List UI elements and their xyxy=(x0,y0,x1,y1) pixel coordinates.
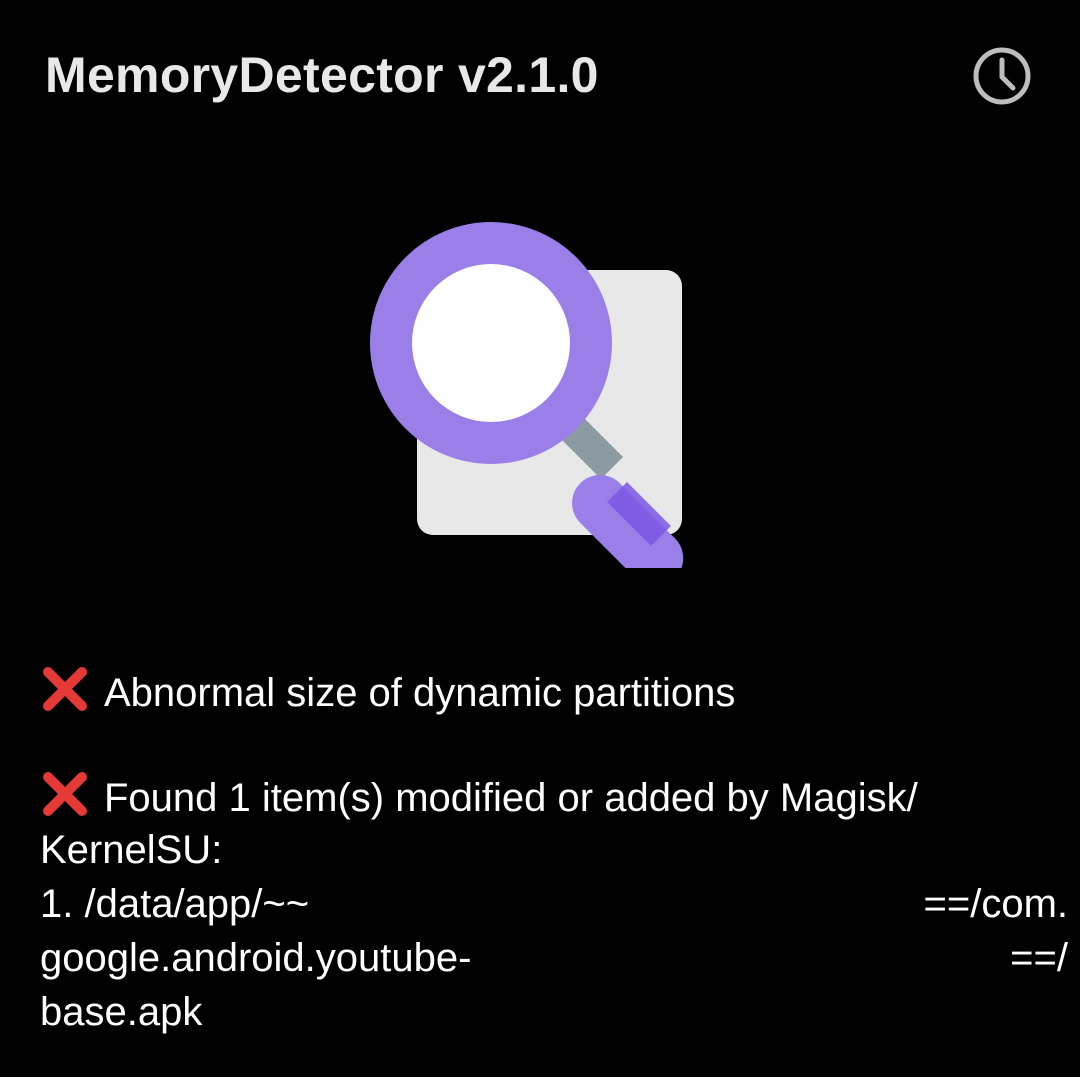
result-item-magisk: Found 1 item(s) modified or added by Mag… xyxy=(40,769,1068,1039)
history-button[interactable] xyxy=(968,42,1036,110)
result-text: Abnormal size of dynamic partitions xyxy=(104,671,736,715)
result-text-line-1: Found 1 item(s) modified or added by Mag… xyxy=(104,776,918,820)
path-segment-left: google.android.youtube- xyxy=(40,936,472,980)
app-bar: MemoryDetector v2.1.0 xyxy=(0,0,1080,150)
result-path-line-5: base.apk xyxy=(40,990,203,1034)
path-segment-right: ==/ xyxy=(1010,936,1068,980)
lens-glass xyxy=(412,264,570,422)
result-path-line-4: google.android.youtube- ==/ xyxy=(40,931,1068,985)
result-text-line-2: KernelSU: xyxy=(40,828,223,872)
cross-mark-icon xyxy=(43,772,87,816)
result-path-line-3: 1. /data/app/~~ ==/com. xyxy=(40,877,1068,931)
app-title: MemoryDetector v2.1.0 xyxy=(45,47,599,103)
hero-illustration xyxy=(365,218,715,587)
magnifier-document-icon xyxy=(370,222,684,587)
clock-icon xyxy=(973,47,1031,105)
result-item-partitions: Abnormal size of dynamic partitions xyxy=(40,664,1040,718)
cross-mark-icon xyxy=(43,667,87,711)
path-segment-left: 1. /data/app/~~ xyxy=(40,882,310,926)
path-segment-right: ==/com. xyxy=(923,882,1068,926)
